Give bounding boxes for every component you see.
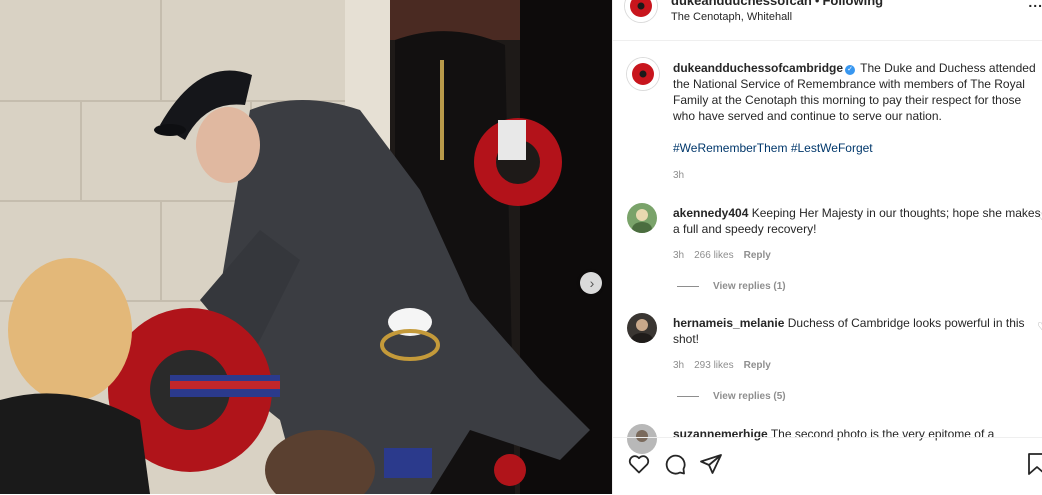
post-action-bar	[613, 437, 1042, 495]
share-icon[interactable]	[699, 452, 723, 476]
poppy-avatar-icon	[625, 0, 657, 22]
comment-likes[interactable]: 266 likes	[694, 250, 733, 261]
separator-dot: •	[814, 0, 820, 8]
comment-likes[interactable]: 293 likes	[694, 360, 733, 371]
bookmark-icon[interactable]	[1025, 452, 1042, 476]
account-avatar[interactable]	[625, 0, 657, 22]
comment-username[interactable]: akennedy404	[673, 206, 748, 220]
replies-divider	[677, 285, 699, 287]
location-link[interactable]: The Cenotaph, Whitehall	[671, 11, 792, 23]
verified-badge-icon: ✓	[845, 65, 856, 75]
more-options-icon[interactable]: ...	[1028, 0, 1042, 10]
caption-username[interactable]: dukeandduchessofcambridge	[673, 61, 843, 75]
caption-avatar[interactable]	[627, 58, 659, 90]
reply-button[interactable]: Reply	[744, 360, 771, 371]
view-replies-label: View replies (5)	[713, 391, 786, 402]
comment-avatar[interactable]	[627, 203, 657, 233]
view-replies-link[interactable]: View replies (1)	[677, 281, 786, 292]
caption-hashtags[interactable]: #WeRememberThem #LestWeForget	[673, 140, 1042, 156]
following-button[interactable]: Following	[822, 0, 883, 8]
comment-like-icon[interactable]: ♡	[1037, 210, 1042, 223]
comment-time: 3h	[673, 360, 685, 371]
next-image-button[interactable]: ›	[580, 272, 602, 294]
photo-illustration	[0, 0, 612, 494]
poppy-avatar-icon	[627, 58, 659, 90]
comment-meta: 3h 293 likes Reply	[673, 358, 1042, 374]
comment-username[interactable]: hernameis_melanie	[673, 316, 784, 330]
comment-icon[interactable]	[663, 452, 687, 476]
comment-meta: 3h 266 likes Reply	[673, 248, 1042, 264]
chevron-right-icon: ›	[589, 275, 595, 291]
comment-avatar[interactable]	[627, 313, 657, 343]
view-replies-link[interactable]: View replies (5)	[677, 391, 786, 402]
post-header: dukeandduchessofcan • Following The Cenota…	[613, 0, 1042, 41]
header-username[interactable]: dukeandduchessofcan	[671, 0, 812, 8]
avatar-photo-icon	[627, 203, 657, 233]
post-panel: dukeandduchessofcan • Following The Cenota…	[612, 0, 1042, 494]
comment-item: hernameis_melanie Duchess of Cambridge l…	[673, 315, 1042, 374]
post-caption: dukeandduchessofcambridge ✓ The Duke and …	[673, 60, 1042, 184]
avatar-photo-icon	[627, 313, 657, 343]
post-photo[interactable]: ›	[0, 0, 612, 494]
comment-time: 3h	[673, 250, 685, 261]
reply-button[interactable]: Reply	[744, 250, 771, 261]
replies-divider	[677, 395, 699, 397]
header-user-line: dukeandduchessofcan • Following	[671, 0, 883, 8]
view-replies-label: View replies (1)	[713, 281, 786, 292]
heart-icon[interactable]	[627, 452, 651, 476]
comment-like-icon[interactable]: ♡	[1037, 320, 1042, 333]
comment-item: akennedy404 Keeping Her Majesty in our t…	[673, 205, 1042, 264]
post-timestamp: 3h	[673, 170, 685, 181]
